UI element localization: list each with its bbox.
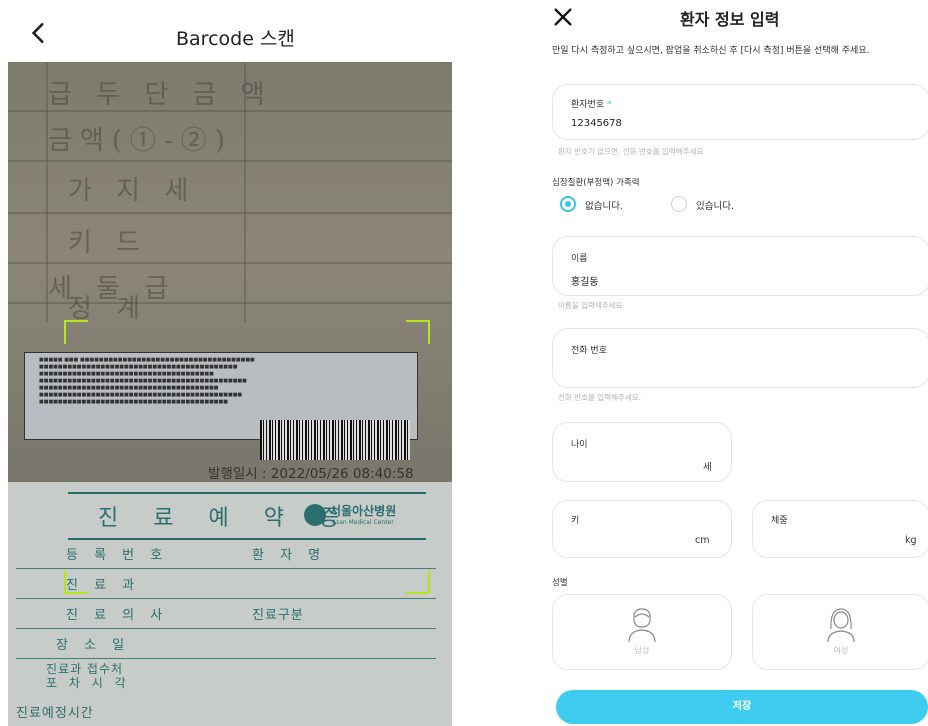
gender-female-label: 여성 bbox=[833, 646, 849, 655]
table-row: 진료예정시간 bbox=[16, 688, 436, 721]
family-history-label: 심장질환(부정맥) 가족력 bbox=[552, 178, 640, 188]
name-input[interactable]: 홍길동 bbox=[571, 273, 599, 288]
scan-frame bbox=[64, 320, 430, 594]
gender-label: 성별 bbox=[552, 578, 568, 588]
blur-text-2: 금액(①-②) bbox=[48, 126, 233, 156]
male-avatar-icon bbox=[628, 608, 656, 643]
close-icon[interactable] bbox=[552, 6, 574, 28]
radio-has-history-label[interactable]: 있습니다. bbox=[696, 198, 734, 212]
female-avatar-icon bbox=[827, 608, 855, 643]
name-label: 이름 bbox=[571, 254, 588, 264]
age-label: 나이 bbox=[571, 440, 588, 450]
patient-info-screen: 환자 정보 입력 만일 다시 측정하고 싶으시면, 팝업을 취소하신 후 [다시… bbox=[540, 0, 928, 726]
patient-id-hint: 환자 번호가 없으면, 전화 번호를 입력해주세요 bbox=[558, 147, 704, 156]
age-unit: 세 bbox=[703, 462, 712, 473]
table-label: 장 소 일 bbox=[56, 638, 131, 653]
gender-male-label: 남성 bbox=[634, 646, 650, 655]
gender-male-button[interactable]: 남성 bbox=[552, 594, 732, 670]
height-label: 키 bbox=[571, 516, 580, 526]
name-hint: 이름을 입력해주세요 bbox=[558, 301, 623, 310]
weight-label: 체중 bbox=[771, 516, 788, 526]
guide-text: 만일 다시 측정하고 싶으시면, 팝업을 취소하신 후 [다시 측정] 버튼을 … bbox=[552, 46, 870, 56]
height-unit: cm bbox=[695, 535, 710, 546]
patient-id-input[interactable]: 12345678 bbox=[571, 118, 622, 129]
height-field[interactable]: 키 cm bbox=[552, 500, 732, 558]
table-label: 진료예정시간 bbox=[16, 706, 94, 721]
gender-female-button[interactable]: 여성 bbox=[752, 594, 928, 670]
back-arrow-icon[interactable] bbox=[26, 20, 52, 46]
table-label: 진 료 의 사 bbox=[66, 608, 169, 623]
required-mark: * bbox=[607, 100, 612, 110]
page-title: 환자 정보 입력 bbox=[680, 10, 780, 29]
age-field[interactable]: 나이 세 bbox=[552, 422, 732, 482]
weight-field[interactable]: 체중 kg bbox=[752, 500, 928, 558]
radio-no-history-label[interactable]: 없습니다. bbox=[585, 198, 623, 212]
scan-header: Barcode 스캔 bbox=[0, 0, 460, 62]
table-row: 진료과 접수처 포 차 시 각 bbox=[16, 658, 436, 690]
phone-hint: 전화 번호를 입력해주세요. bbox=[558, 393, 642, 402]
name-field[interactable]: 이름 홍길동 bbox=[552, 236, 928, 296]
blur-text-3: 가 지 세 bbox=[68, 176, 197, 206]
save-button[interactable]: 저장 bbox=[556, 690, 928, 724]
camera-preview: 급 두 단 금 액 금액(①-②) 가 지 세 키 드 세 둘 급 정 계 ■■… bbox=[8, 62, 452, 726]
radio-has-history[interactable] bbox=[671, 196, 687, 212]
blur-text-4: 키 드 bbox=[68, 228, 149, 258]
barcode-scan-screen: Barcode 스캔 급 두 단 금 액 금액(①-②) 가 지 세 키 드 세… bbox=[0, 0, 460, 726]
radio-no-history[interactable] bbox=[560, 196, 576, 212]
scan-title: Barcode 스캔 bbox=[176, 28, 295, 50]
patient-id-field[interactable]: 환자번호 * 12345678 bbox=[552, 84, 928, 140]
table-row: 장 소 일 bbox=[16, 628, 436, 659]
blur-text-1: 급 두 단 금 액 bbox=[48, 80, 273, 110]
phone-label: 전화 번호 bbox=[571, 346, 607, 356]
weight-unit: kg bbox=[905, 535, 917, 546]
table-row: 진 료 의 사 진료구분 bbox=[16, 598, 436, 629]
patient-id-label: 환자번호 * bbox=[571, 100, 612, 110]
table-label: 진료구분 bbox=[252, 608, 304, 623]
phone-field[interactable]: 전화 번호 bbox=[552, 328, 928, 388]
